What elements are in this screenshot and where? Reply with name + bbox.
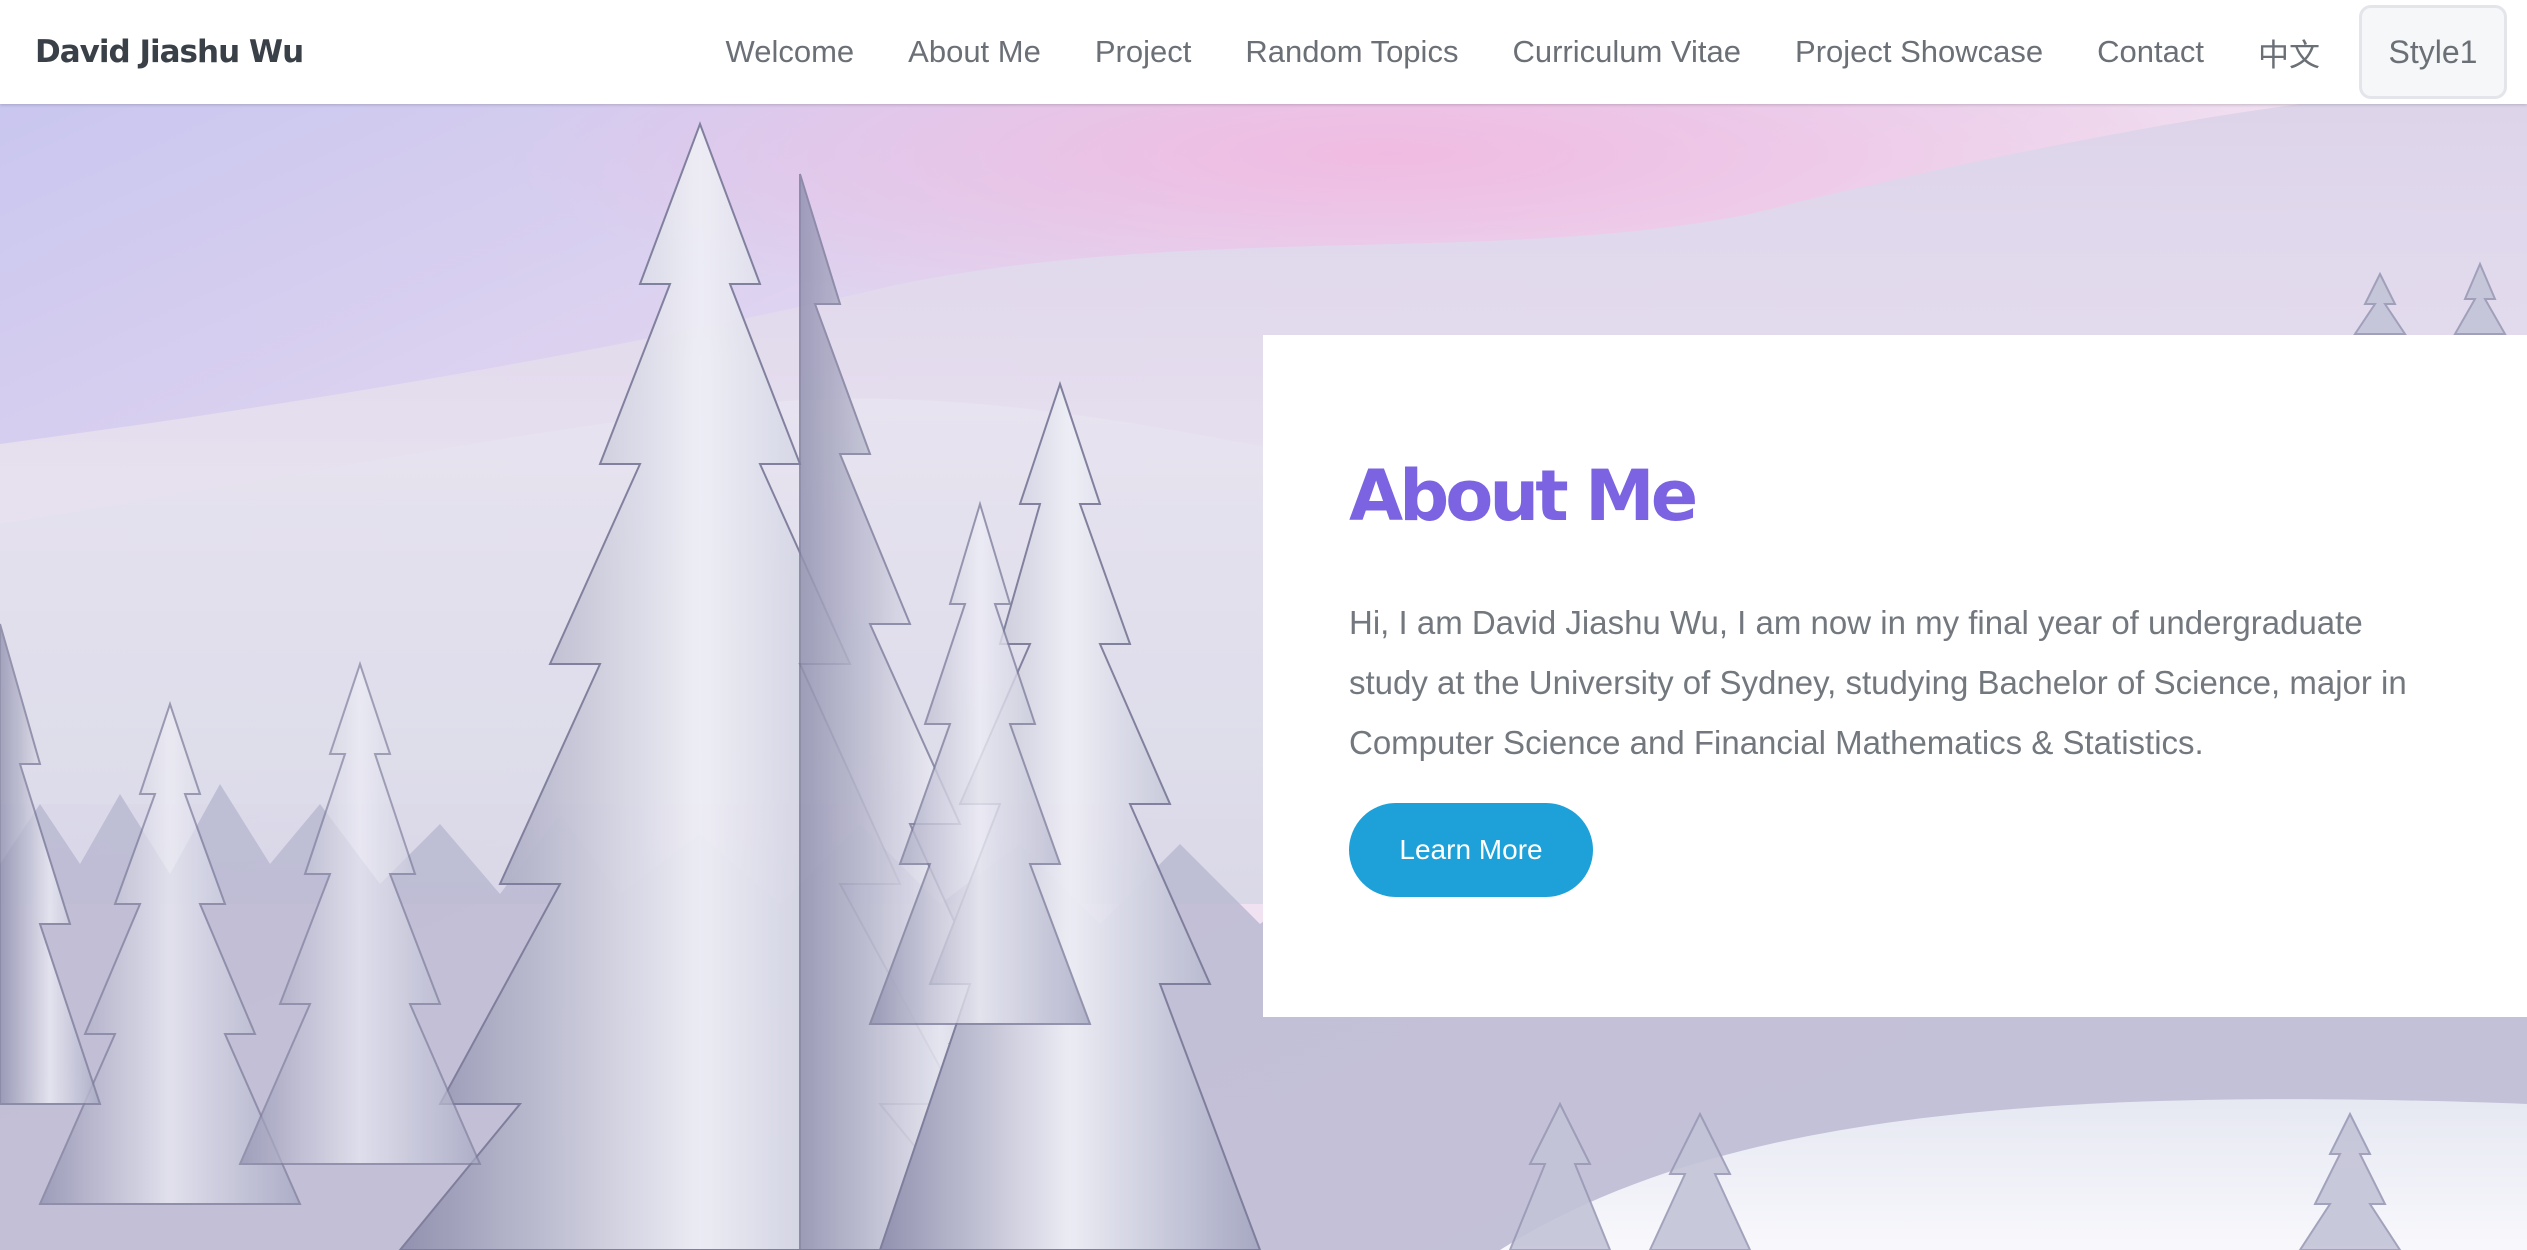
- learn-more-button[interactable]: Learn More: [1349, 803, 1593, 897]
- nav-link-contact[interactable]: Contact: [2070, 34, 2231, 70]
- nav-link-chinese[interactable]: 中文: [2231, 30, 2347, 75]
- nav-link-random-topics[interactable]: Random Topics: [1218, 34, 1485, 70]
- brand-link[interactable]: David Jiashu Wu: [35, 0, 304, 104]
- nav-links: Welcome About Me Project Random Topics C…: [699, 0, 2507, 104]
- about-description: Hi, I am David Jiashu Wu, I am now in my…: [1349, 604, 2407, 761]
- nav-link-project-showcase[interactable]: Project Showcase: [1768, 34, 2070, 70]
- navbar: David Jiashu Wu Welcome About Me Project…: [0, 0, 2527, 104]
- about-card: About Me Hi, I am David Jiashu Wu, I am …: [1263, 335, 2527, 1017]
- nav-link-welcome[interactable]: Welcome: [699, 34, 882, 70]
- nav-link-curriculum-vitae[interactable]: Curriculum Vitae: [1485, 34, 1768, 70]
- nav-link-about-me[interactable]: About Me: [881, 34, 1068, 70]
- style-toggle-button[interactable]: Style1: [2359, 5, 2507, 99]
- about-title: About Me: [1349, 455, 1698, 537]
- nav-link-project[interactable]: Project: [1068, 34, 1218, 70]
